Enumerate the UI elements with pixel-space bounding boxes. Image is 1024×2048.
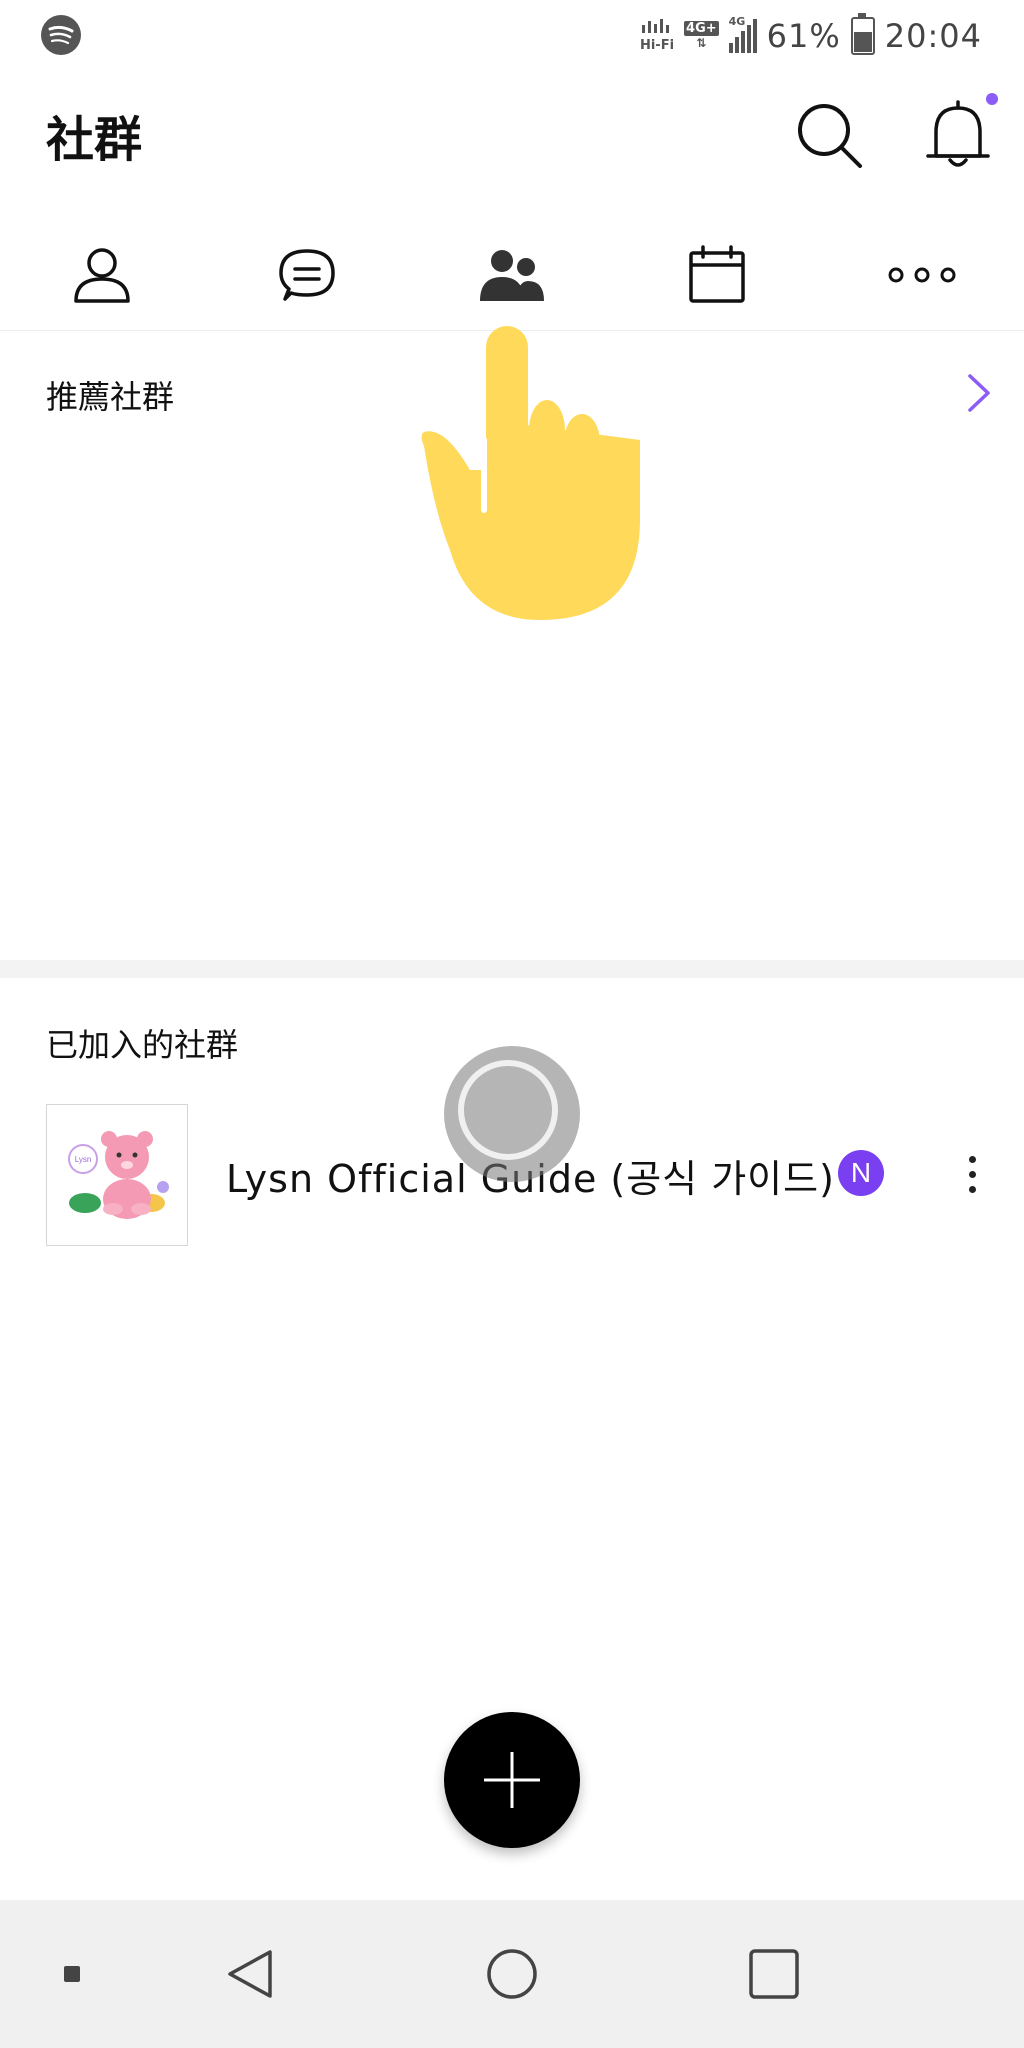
spotify-icon — [41, 15, 81, 55]
chevron-right-icon[interactable] — [958, 370, 1000, 416]
home-button[interactable] — [480, 1942, 544, 2006]
home-circle-icon — [487, 1949, 537, 1999]
battery-icon — [850, 13, 875, 55]
clock: 20:04 — [884, 17, 982, 55]
bell-icon[interactable] — [924, 96, 992, 172]
section-tabs — [0, 220, 1024, 330]
section-separator — [0, 960, 1024, 978]
tab-community[interactable] — [467, 230, 557, 320]
add-button[interactable] — [444, 1712, 580, 1848]
audio-wave-icon — [642, 19, 669, 33]
network-4g-plus: 4G+ ⇅ — [684, 20, 719, 50]
new-badge: N — [838, 1150, 884, 1196]
notification-dot — [986, 93, 998, 105]
touch-indicator — [444, 1046, 580, 1182]
signal-icon: 4G — [728, 15, 757, 53]
page-title: 社群 — [46, 112, 143, 168]
back-button[interactable] — [218, 1942, 282, 2006]
square-dot-icon — [64, 1966, 80, 1982]
calendar-icon — [689, 245, 745, 303]
battery-percent: 61% — [766, 17, 841, 55]
svg-text:Lysn: Lysn — [75, 1155, 92, 1164]
data-arrows-icon: ⇅ — [696, 35, 707, 50]
system-navigation-bar — [0, 1900, 1024, 2048]
status-indicators: Hi-Fi 4G+ ⇅ 4G 61% 20:04 — [640, 13, 982, 58]
person-icon — [74, 248, 130, 303]
search-icon[interactable] — [796, 100, 864, 172]
recommended-section-title[interactable]: 推薦社群 — [46, 372, 174, 418]
community-icon — [480, 250, 544, 301]
plus-icon — [484, 1752, 540, 1808]
more-horizontal-icon — [888, 267, 956, 283]
nav-dot-button[interactable] — [40, 1942, 104, 2006]
status-bar: Hi-Fi 4G+ ⇅ 4G 61% 20:04 — [0, 0, 1024, 70]
recents-button[interactable] — [742, 1942, 806, 2006]
hifi-indicator: Hi-Fi — [640, 19, 674, 53]
hand-pointer-icon — [421, 326, 640, 620]
tab-calendar[interactable] — [672, 230, 762, 320]
back-triangle-icon — [228, 1950, 272, 1998]
joined-section-title: 已加入的社群 — [46, 1026, 239, 1064]
community-thumbnail[interactable]: Lysn — [46, 1104, 188, 1246]
chat-icon — [279, 249, 335, 301]
hifi-label: Hi-Fi — [639, 38, 675, 53]
tab-profile[interactable] — [57, 230, 147, 320]
more-vertical-icon[interactable] — [956, 1144, 988, 1204]
tab-more[interactable] — [877, 230, 967, 320]
bear-mascot-image: Lysn — [68, 1131, 169, 1219]
recents-square-icon — [749, 1949, 799, 1999]
tab-chat[interactable] — [262, 230, 352, 320]
